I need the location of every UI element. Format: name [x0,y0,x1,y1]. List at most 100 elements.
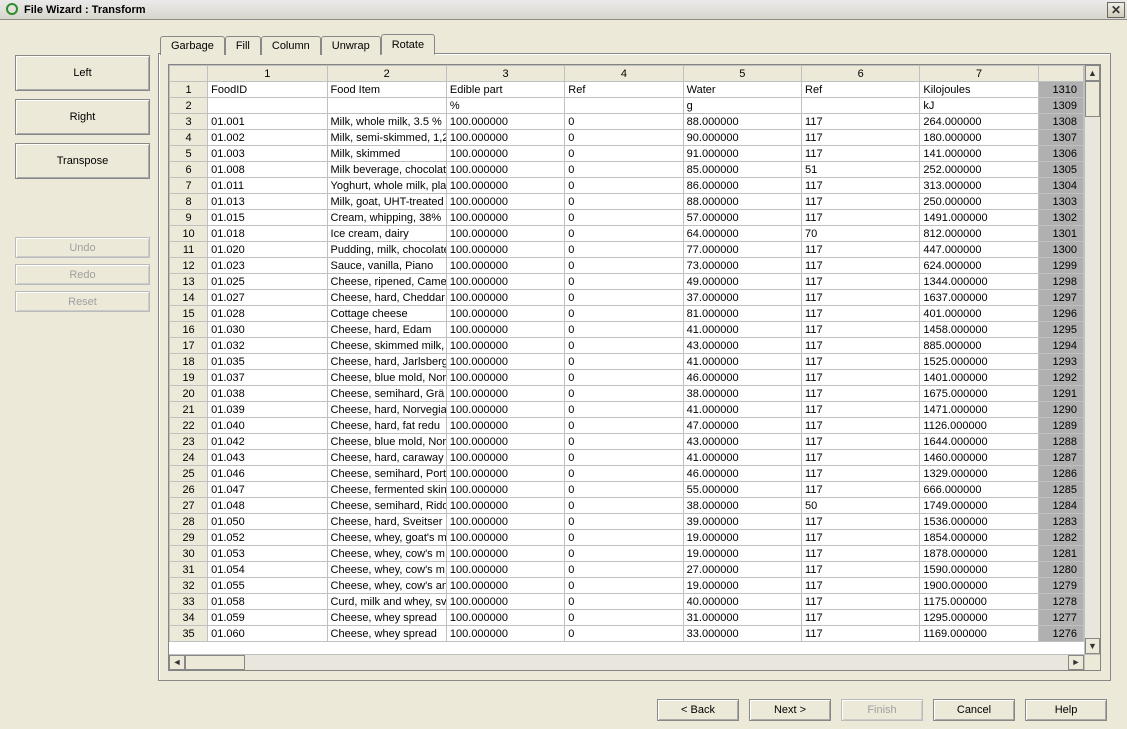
cell[interactable]: 117 [802,418,920,434]
cell[interactable]: 51 [802,162,920,178]
cell[interactable]: 01.013 [208,194,327,210]
table-row[interactable]: 3101.054Cheese, whey, cow's m100.0000000… [170,562,1084,578]
cell[interactable]: 117 [802,130,920,146]
cell[interactable]: 01.055 [208,578,327,594]
cell[interactable]: Cheese, whey, cow's an [327,578,446,594]
row-header[interactable]: 15 [170,306,208,322]
cell[interactable]: 100.000000 [446,578,564,594]
row-header[interactable]: 22 [170,418,208,434]
cell[interactable]: 117 [802,258,920,274]
tab-garbage[interactable]: Garbage [160,36,225,55]
cell[interactable]: Ice cream, dairy [327,226,446,242]
cell[interactable]: 1458.000000 [920,322,1038,338]
cell[interactable]: 100.000000 [446,610,564,626]
cell[interactable]: 38.000000 [683,498,801,514]
cell[interactable]: 01.042 [208,434,327,450]
cell[interactable]: Milk, semi-skimmed, 1,2 [327,130,446,146]
cell[interactable] [802,98,920,114]
cell[interactable]: 100.000000 [446,386,564,402]
cell[interactable]: 0 [565,498,683,514]
cell[interactable]: 0 [565,482,683,498]
row-header[interactable]: 17 [170,338,208,354]
cell[interactable]: 117 [802,354,920,370]
cell[interactable]: 01.047 [208,482,327,498]
cell[interactable]: 01.011 [208,178,327,194]
row-header[interactable]: 2 [170,98,208,114]
cell[interactable]: 264.000000 [920,114,1038,130]
table-row[interactable]: 401.002Milk, semi-skimmed, 1,2100.000000… [170,130,1084,146]
cell[interactable]: 49.000000 [683,274,801,290]
grid-table[interactable]: 1234567 1FoodIDFood ItemEdible partRefWa… [169,65,1084,642]
cell[interactable]: 117 [802,450,920,466]
table-row[interactable]: 1801.035Cheese, hard, Jarlsberg100.00000… [170,354,1084,370]
cell[interactable]: Cheese, hard, Norvegia [327,402,446,418]
cell[interactable]: Water [683,82,801,98]
cell[interactable]: 40.000000 [683,594,801,610]
table-row[interactable]: 2101.039Cheese, hard, Norvegia100.000000… [170,402,1084,418]
cell[interactable]: 666.000000 [920,482,1038,498]
cell[interactable]: Cheese, whey spread [327,610,446,626]
table-row[interactable]: 1201.023Sauce, vanilla, Piano100.0000000… [170,258,1084,274]
cell[interactable]: 117 [802,578,920,594]
cell[interactable]: 0 [565,178,683,194]
cell[interactable]: 0 [565,546,683,562]
cell[interactable]: Edible part [446,82,564,98]
table-row[interactable]: 1701.032Cheese, skimmed milk,100.0000000… [170,338,1084,354]
cell[interactable]: Cheese, whey spread [327,626,446,642]
cell[interactable]: 100.000000 [446,338,564,354]
cell[interactable]: 1175.000000 [920,594,1038,610]
cell[interactable]: 100.000000 [446,114,564,130]
table-row[interactable]: 2%gkJ1309 [170,98,1084,114]
cell[interactable]: 1525.000000 [920,354,1038,370]
cell[interactable]: 100.000000 [446,322,564,338]
cell[interactable]: Milk beverage, chocolat [327,162,446,178]
cell[interactable]: 100.000000 [446,162,564,178]
cell[interactable]: 1637.000000 [920,290,1038,306]
cell[interactable]: 117 [802,530,920,546]
row-header[interactable]: 31 [170,562,208,578]
table-row[interactable]: 2001.038Cheese, semihard, Grä100.0000000… [170,386,1084,402]
cell[interactable]: 0 [565,322,683,338]
row-header[interactable]: 32 [170,578,208,594]
cell[interactable]: 1749.000000 [920,498,1038,514]
cell[interactable]: 37.000000 [683,290,801,306]
table-row[interactable]: 601.008Milk beverage, chocolat100.000000… [170,162,1084,178]
cell[interactable]: 117 [802,306,920,322]
cell[interactable]: 250.000000 [920,194,1038,210]
cell[interactable]: 01.053 [208,546,327,562]
cell[interactable]: 1644.000000 [920,434,1038,450]
column-header[interactable]: 3 [446,66,564,82]
cell[interactable]: Cheese, hard, Edam [327,322,446,338]
cell[interactable]: 0 [565,418,683,434]
table-row[interactable]: 3401.059Cheese, whey spread100.000000031… [170,610,1084,626]
cell[interactable]: 1900.000000 [920,578,1038,594]
table-row[interactable]: 1601.030Cheese, hard, Edam100.000000041.… [170,322,1084,338]
row-header[interactable]: 29 [170,530,208,546]
cell[interactable]: 117 [802,322,920,338]
cell[interactable]: 100.000000 [446,226,564,242]
row-header[interactable]: 5 [170,146,208,162]
cell[interactable]: 01.048 [208,498,327,514]
row-header[interactable]: 4 [170,130,208,146]
cell[interactable]: 01.018 [208,226,327,242]
cell[interactable]: 100.000000 [446,130,564,146]
scroll-right-button[interactable]: ► [1068,655,1084,670]
row-header[interactable]: 24 [170,450,208,466]
cell[interactable]: Food Item [327,82,446,98]
cell[interactable]: 0 [565,338,683,354]
cell[interactable] [565,98,683,114]
cell[interactable]: 01.037 [208,370,327,386]
redo-button[interactable]: Redo [15,264,150,285]
cell[interactable]: 01.040 [208,418,327,434]
cell[interactable]: 01.001 [208,114,327,130]
cell[interactable]: 91.000000 [683,146,801,162]
cell[interactable]: 1536.000000 [920,514,1038,530]
cell[interactable]: 0 [565,530,683,546]
horizontal-scroll-thumb[interactable] [185,655,245,670]
cell[interactable]: Cheese, hard, Jarlsberg [327,354,446,370]
cell[interactable]: 117 [802,386,920,402]
cell[interactable]: 117 [802,178,920,194]
cell[interactable]: 0 [565,562,683,578]
cell[interactable]: 01.030 [208,322,327,338]
cell[interactable]: 0 [565,578,683,594]
